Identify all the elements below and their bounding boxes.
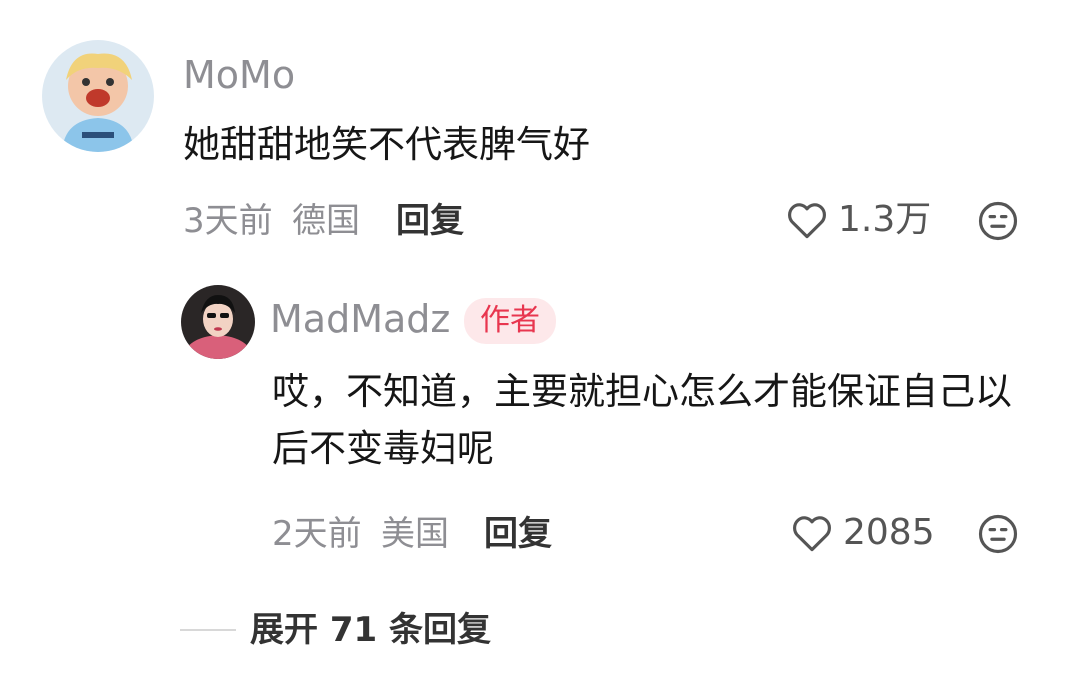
comment-like-button[interactable]: 1.3万 (786, 200, 931, 240)
reply-time: 2天前 (272, 514, 362, 554)
reply-text: 哎，不知道，主要就担心怎么才能保证自己以后不变毒妇呢 (272, 370, 1012, 471)
avatar-momo[interactable] (42, 40, 154, 152)
heart-outline-icon (793, 516, 831, 552)
comment-time: 3天前 (183, 201, 273, 241)
avatar-image (42, 40, 154, 152)
reply-like-count: 2085 (843, 512, 935, 553)
heart-outline-icon (788, 203, 826, 239)
reply-location: 美国 (381, 514, 449, 554)
comment-dislike-button[interactable] (977, 200, 1019, 246)
expand-replies-button[interactable]: 展开 71 条回复 (180, 613, 491, 647)
neutral-face-icon (978, 514, 1018, 554)
avatar-madmadz[interactable] (181, 285, 255, 359)
reply-like-button[interactable]: 2085 (791, 513, 935, 553)
comment-text: 她甜甜地笑不代表脾气好 (183, 123, 590, 166)
expand-divider-line (180, 629, 236, 631)
expand-replies-label: 展开 71 条回复 (250, 610, 491, 650)
comment-reply-button[interactable]: 回复 (396, 204, 464, 238)
author-badge: 作者 (464, 298, 556, 344)
comment-username[interactable]: MoMo (183, 56, 295, 94)
reply-username[interactable]: MadMadz (270, 300, 450, 338)
reply-reply-button[interactable]: 回复 (484, 517, 552, 551)
reply-dislike-button[interactable] (977, 513, 1019, 559)
avatar-image (181, 285, 255, 359)
neutral-face-icon (978, 201, 1018, 241)
comment-location: 德国 (292, 201, 360, 241)
comment-like-count: 1.3万 (838, 199, 932, 240)
